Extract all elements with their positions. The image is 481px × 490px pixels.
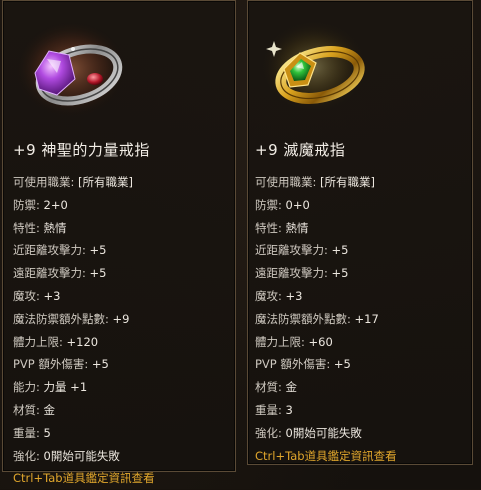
stat-ranged-attack: 遠距離攻擊力: +5 <box>13 266 107 281</box>
stat-magic-attack: 魔攻: +3 <box>13 288 61 303</box>
item-tooltip-holy-strength-ring: +9 神聖的力量戒指 可使用職業: [所有職業] 防禦: 2+0 特性: 熱情 … <box>2 0 236 485</box>
stat-job: 可使用職業: [所有職業] <box>255 175 376 189</box>
stat-defense: 防禦: 2+0 <box>13 197 68 212</box>
item-name: +9 滅魔戒指 <box>255 141 346 159</box>
stat-material: 材質: 金 <box>13 402 56 417</box>
stat-trait: 特性: 熱情 <box>255 220 309 235</box>
item-name: +9 神聖的力量戒指 <box>13 141 150 159</box>
stat-defense: 防禦: 0+0 <box>255 197 310 212</box>
stat-magic-defense-bonus: 魔法防禦額外點數: +17 <box>255 311 379 326</box>
item-stats-list: 可使用職業: [所有職業] 防禦: 2+0 特性: 熱情 近距離攻擊力: +5 … <box>13 171 229 490</box>
stat-job: 可使用職業: [所有職業] <box>13 175 134 189</box>
purple-gem-ring-icon <box>13 19 129 119</box>
stat-ranged-attack: 遠距離攻擊力: +5 <box>255 266 349 281</box>
stat-magic-attack: 魔攻: +3 <box>255 288 303 303</box>
stat-magic-defense-bonus: 魔法防禦額外點數: +9 <box>13 311 130 326</box>
item-tooltip-demon-slaying-ring: +9 滅魔戒指 可使用職業: [所有職業] 防禦: 0+0 特性: 熱情 近距離… <box>247 0 473 465</box>
appraisal-hint: Ctrl+Tab道具鑑定資訊查看 <box>13 471 155 486</box>
item-stats-list: 可使用職業: [所有職業] 防禦: 0+0 特性: 熱情 近距離攻擊力: +5 … <box>255 171 466 467</box>
stat-max-hp: 體力上限: +60 <box>255 334 333 349</box>
stat-trait: 特性: 熱情 <box>13 220 67 235</box>
stat-pvp-damage: PVP 額外傷害: +5 <box>13 357 109 372</box>
stat-weight: 重量: 3 <box>255 402 293 417</box>
stat-weight: 重量: 5 <box>13 425 51 440</box>
stat-pvp-damage: PVP 額外傷害: +5 <box>255 357 351 372</box>
stat-melee-attack: 近距離攻擊力: +5 <box>255 243 349 258</box>
stat-enhance: 強化: 0開始可能失敗 <box>13 448 120 463</box>
stat-max-hp: 體力上限: +120 <box>13 334 99 349</box>
green-gem-gold-ring-icon <box>258 19 370 115</box>
stat-ability: 能力: 力量 +1 <box>13 380 88 395</box>
stat-enhance: 強化: 0開始可能失敗 <box>255 425 362 440</box>
appraisal-hint: Ctrl+Tab道具鑑定資訊查看 <box>255 448 397 463</box>
stat-melee-attack: 近距離攻擊力: +5 <box>13 243 107 258</box>
stat-material: 材質: 金 <box>255 380 298 395</box>
